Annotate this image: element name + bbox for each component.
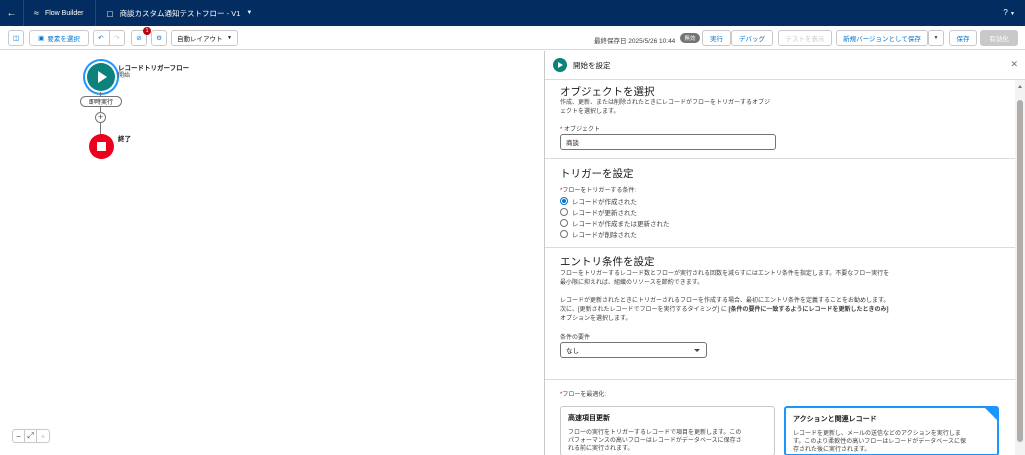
chevron-down-icon: ▼: [933, 35, 939, 41]
add-element-button[interactable]: +: [95, 112, 106, 123]
panel-title: 開始を設定: [573, 60, 611, 70]
scheduled-path-pill[interactable]: 即時実行: [80, 96, 122, 107]
trigger-option-deleted[interactable]: レコードが削除された: [560, 229, 637, 239]
actions-related-records-card[interactable]: アクションと関連レコード レコードを更新し、メールの送信などのアクションを実行し…: [784, 406, 999, 455]
play-icon: [98, 71, 107, 83]
activate-button[interactable]: 有効化: [980, 30, 1018, 46]
undo-redo-group: ↶ ↷: [93, 30, 125, 46]
entry-section-title: エントリ条件を設定: [560, 256, 655, 268]
fast-field-updates-card[interactable]: 高速項目更新 フローの実行をトリガーするレコードで項目を更新します。この パフォ…: [560, 406, 775, 455]
optimize-label: *フローを最適化:: [560, 392, 607, 398]
save-as-new-version-button[interactable]: 新規バージョンとして保存: [836, 30, 928, 46]
document-icon: ▢: [106, 8, 114, 18]
trigger-label: *フローをトリガーする条件:: [560, 188, 637, 194]
chevron-down-icon: ▼: [1010, 11, 1015, 17]
run-button[interactable]: 実行: [702, 30, 731, 46]
save-options-dropdown[interactable]: ▼: [928, 30, 944, 46]
object-section-desc: 作成、更新、または削除されたときにレコードがフローをトリガーするオブジ ェクトを…: [560, 100, 771, 115]
save-button[interactable]: 保存: [949, 30, 977, 46]
stop-icon: [97, 142, 106, 151]
scroll-up-icon[interactable]: [1018, 85, 1022, 88]
blocked-icon: ⊘: [136, 35, 142, 42]
start-node[interactable]: [87, 63, 115, 91]
condition-select[interactable]: なし: [560, 342, 707, 358]
scrollbar-thumb[interactable]: [1017, 100, 1023, 442]
zoom-out-button[interactable]: −: [13, 430, 25, 442]
divider: [545, 247, 1015, 248]
fit-view-button[interactable]: ⤢: [25, 430, 37, 442]
object-input[interactable]: 商談: [560, 134, 776, 150]
top-bar: ← ≈ Flow Builder ▢ 商談カスタム通知テストフロー - V1 ▼…: [0, 0, 1025, 26]
selected-check-icon: [985, 408, 997, 420]
undo-icon[interactable]: ↶: [98, 34, 103, 42]
object-label: * オブジェクト: [560, 127, 601, 133]
trigger-section-title: トリガーを設定: [560, 168, 634, 180]
view-tests-button[interactable]: テストを表示: [778, 30, 832, 46]
error-count-badge: 1: [143, 27, 151, 35]
play-icon: [553, 58, 567, 72]
close-icon[interactable]: ✕: [1010, 59, 1018, 70]
connector-line: [100, 123, 101, 134]
status-badge: 無効: [680, 33, 700, 43]
start-node-subtitle: 開始: [118, 73, 131, 79]
flow-icon: ≈: [34, 8, 39, 18]
select-elements-button[interactable]: ▣ 要素を選択: [29, 30, 89, 46]
select-icon: ▣: [38, 35, 45, 42]
start-config-panel: 開始を設定 ✕ オブジェクトを選択 作成、更新、または削除されたときにレコードが…: [544, 51, 1025, 455]
help-button[interactable]: ? ▼: [1003, 8, 1015, 17]
flow-name-menu[interactable]: ▢ 商談カスタム通知テストフロー - V1 ▼: [96, 8, 262, 19]
redo-icon[interactable]: ↷: [114, 34, 119, 42]
layout-select[interactable]: 自動レイアウト ▼: [171, 30, 238, 46]
divider: [545, 158, 1015, 159]
last-saved-text: 最終保存日 2025/5/26 10:44: [594, 38, 676, 45]
radio-icon: [560, 219, 568, 227]
object-section-title: オブジェクトを選択: [560, 86, 655, 98]
zoom-in-button[interactable]: +: [37, 430, 49, 442]
back-arrow-icon[interactable]: ←: [0, 0, 24, 26]
trigger-option-created-or-updated[interactable]: レコードが作成または更新された: [560, 218, 670, 228]
app-title: ≈ Flow Builder: [24, 0, 97, 26]
radio-icon: [560, 197, 568, 205]
end-node-title: 終了: [118, 136, 131, 143]
radio-icon: [560, 230, 568, 238]
trigger-option-created[interactable]: レコードが作成された: [560, 196, 637, 206]
panel-header: 開始を設定 ✕: [545, 51, 1025, 80]
divider: [545, 379, 1015, 380]
entry-section-desc1: フローをトリガーするレコード数とフローが実行される回数を減らすにはエントリ条件を…: [560, 271, 890, 286]
chevron-down-icon: ▼: [246, 10, 253, 16]
chevron-down-icon: [694, 349, 700, 352]
zoom-controls: − ⤢ +: [12, 429, 50, 443]
panel-icon: ◫: [12, 35, 20, 42]
trigger-option-updated[interactable]: レコードが更新された: [560, 207, 637, 217]
settings-button[interactable]: ⚙: [151, 30, 167, 46]
debug-button[interactable]: デバッグ: [731, 30, 773, 46]
panel-scrollbar[interactable]: [1015, 80, 1025, 455]
end-node[interactable]: [89, 134, 114, 159]
radio-icon: [560, 208, 568, 216]
entry-section-desc2: レコードが更新されたときにトリガーされるフローを作成する場合、最初にエントリ条件…: [560, 298, 890, 322]
condition-label: 条件の要件: [560, 335, 591, 341]
gear-icon: ⚙: [156, 35, 162, 42]
toolbar: ◫ ▣ 要素を選択 ↶ ↷ ⊘ 1 ⚙ 自動レイアウト ▼ 最終保存日 2025…: [0, 26, 1025, 50]
flow-canvas[interactable]: レコードトリガーフロー 開始 即時実行 + 終了 − ⤢ +: [0, 51, 544, 455]
toggle-toolbox-button[interactable]: ◫: [8, 30, 24, 46]
chevron-down-icon: ▼: [227, 35, 232, 41]
